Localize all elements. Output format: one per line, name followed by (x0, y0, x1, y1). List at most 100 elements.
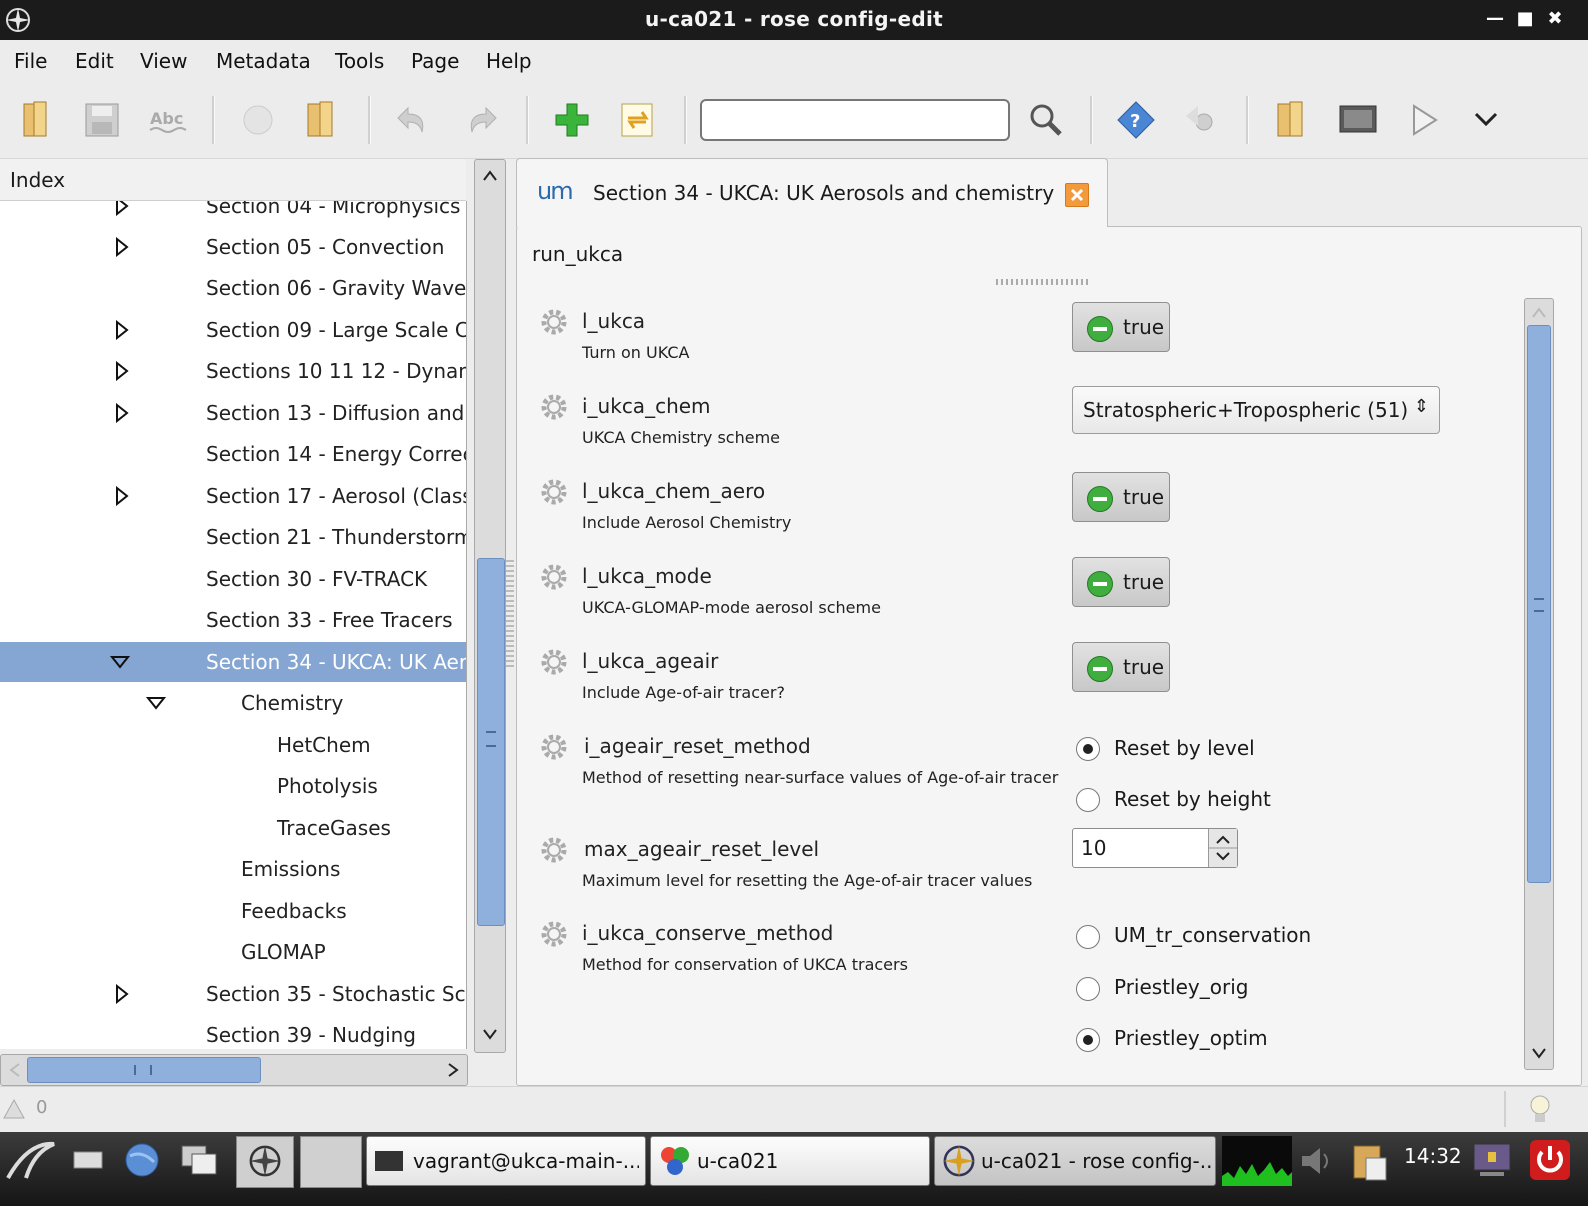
tree-item-emissions[interactable]: Emissions (0, 849, 466, 889)
tree-item-section-30[interactable]: Section 30 - FV-TRACK (0, 559, 466, 599)
redo-icon[interactable] (458, 98, 502, 142)
radio-priestley-optim[interactable] (1076, 1028, 1100, 1052)
gear-icon[interactable] (538, 646, 570, 678)
tree-item-sections-10-11-12[interactable]: Sections 10 11 12 - Dynam (0, 351, 466, 391)
tab-section-34[interactable]: um Section 34 - UKCA: UK Aerosols and ch… (516, 158, 1108, 227)
index-hscroll-thumb[interactable] (27, 1057, 261, 1083)
menu-page[interactable]: Page (411, 49, 459, 73)
tree-item-hetchem[interactable]: HetChem (0, 725, 466, 765)
tree-item-section-21[interactable]: Section 21 - Thunderstorm (0, 517, 466, 557)
tree-item-section-17[interactable]: Section 17 - Aerosol (Class (0, 476, 466, 516)
open-book-icon[interactable] (14, 98, 58, 142)
tree-item-section-39[interactable]: Section 39 - Nudging (0, 1015, 466, 1049)
l-ukca-toggle[interactable]: true (1072, 302, 1170, 352)
expander-collapsed-icon[interactable] (112, 403, 132, 423)
tree-item-section-33[interactable]: Section 33 - Free Tracers (0, 600, 466, 640)
menu-tools[interactable]: Tools (335, 49, 384, 73)
search-input[interactable] (700, 99, 1010, 141)
tree-item-photolysis[interactable]: Photolysis (0, 766, 466, 806)
menu-edit[interactable]: Edit (75, 49, 114, 73)
lock-screen-icon[interactable] (1470, 1138, 1514, 1182)
radio-label-priestley-optim[interactable]: Priestley_optim (1114, 1026, 1268, 1050)
tree-item-section-04[interactable]: Section 04 - Microphysics ( (0, 201, 466, 226)
graph-book-icon[interactable] (300, 98, 344, 142)
show-desktop-icon[interactable] (70, 1142, 106, 1178)
radio-priestley-orig[interactable] (1076, 977, 1100, 1001)
radio-reset-by-level[interactable] (1076, 737, 1100, 761)
expander-collapsed-icon[interactable] (112, 361, 132, 381)
terminal-icon[interactable] (1336, 98, 1380, 142)
pane-splitter-handle[interactable] (506, 560, 514, 670)
undo-icon[interactable] (392, 98, 436, 142)
add-icon[interactable] (550, 98, 594, 142)
radio-um-tr-conservation[interactable] (1076, 925, 1100, 949)
expander-collapsed-icon[interactable] (112, 320, 132, 340)
minimize-icon[interactable]: — (1484, 8, 1506, 30)
gear-icon[interactable] (538, 561, 570, 593)
browser-globe-icon[interactable] (122, 1140, 162, 1180)
tree-item-glomap[interactable]: GLOMAP (0, 932, 466, 972)
save-icon[interactable] (80, 98, 124, 142)
expander-collapsed-icon[interactable] (112, 486, 132, 506)
tree-item-section-13[interactable]: Section 13 - Diffusion and F (0, 393, 466, 433)
scroll-up-icon[interactable] (1529, 303, 1549, 323)
max-ageair-reset-level-spinner[interactable]: 10 (1072, 828, 1238, 868)
tree-item-feedbacks[interactable]: Feedbacks (0, 891, 466, 931)
lightbulb-icon[interactable] (1526, 1093, 1554, 1125)
clipboard-icon[interactable] (1348, 1140, 1392, 1184)
power-icon[interactable] (1528, 1138, 1572, 1182)
expander-expanded-icon[interactable] (146, 693, 166, 713)
window-titlebar[interactable]: u-ca021 - rose config-edit — ■ ✖ (0, 0, 1588, 40)
scroll-down-icon[interactable] (480, 1024, 500, 1044)
index-scroll-thumb[interactable] (477, 558, 505, 926)
desktop-pager[interactable] (300, 1136, 362, 1188)
gear-icon[interactable] (538, 476, 570, 508)
index-horizontal-scrollbar[interactable] (0, 1054, 468, 1086)
expander-collapsed-icon[interactable] (112, 201, 132, 216)
tree-item-tracegases[interactable]: TraceGases (0, 808, 466, 848)
close-tab-icon[interactable] (1065, 183, 1089, 207)
radio-label-reset-by-height[interactable]: Reset by height (1114, 787, 1271, 811)
menu-metadata[interactable]: Metadata (216, 49, 311, 73)
radio-label-um-tr-conservation[interactable]: UM_tr_conservation (1114, 923, 1311, 947)
index-vertical-scrollbar[interactable] (474, 159, 506, 1053)
rose-launcher[interactable] (236, 1136, 294, 1188)
radio-label-reset-by-level[interactable]: Reset by level (1114, 736, 1255, 760)
warning-icon[interactable] (2, 1097, 26, 1121)
chevron-down-icon[interactable] (1464, 98, 1508, 142)
expander-expanded-icon[interactable] (110, 652, 130, 672)
spin-buttons[interactable] (1208, 829, 1237, 867)
spellcheck-icon[interactable]: Abc (146, 98, 190, 142)
task-terminal[interactable]: vagrant@ukca-main-... (366, 1136, 646, 1186)
tree-item-chemistry[interactable]: Chemistry (0, 683, 466, 723)
tree-item-section-09[interactable]: Section 09 - Large Scale Cl (0, 310, 466, 350)
tree-item-section-35[interactable]: Section 35 - Stochastic Sch (0, 974, 466, 1014)
scroll-left-icon[interactable] (5, 1060, 25, 1080)
maximize-icon[interactable]: ■ (1514, 8, 1536, 30)
tree-item-section-05[interactable]: Section 05 - Convection (0, 227, 466, 267)
menu-file[interactable]: File (14, 49, 47, 73)
help-diamond-icon[interactable]: ? (1114, 98, 1158, 142)
l-ukca-chem-aero-toggle[interactable]: true (1072, 472, 1170, 522)
menu-view[interactable]: View (140, 49, 187, 73)
panel-resize-grip[interactable] (996, 279, 1088, 285)
start-menu-icon[interactable] (4, 1138, 58, 1182)
menu-help[interactable]: Help (486, 49, 532, 73)
gear-icon[interactable] (538, 391, 570, 423)
scroll-up-icon[interactable] (480, 166, 500, 186)
content-vertical-scrollbar[interactable] (1524, 298, 1554, 1070)
scroll-right-icon[interactable] (443, 1060, 463, 1080)
taskbar-clock[interactable]: 14:32 (1404, 1144, 1462, 1168)
macro-icon[interactable] (1180, 98, 1224, 142)
switch-view-icon[interactable] (616, 98, 660, 142)
i-ukca-chem-select[interactable]: Stratospheric+Tropospheric (51) ⇕ (1072, 386, 1440, 434)
l-ukca-mode-toggle[interactable]: true (1072, 557, 1170, 607)
close-window-icon[interactable]: ✖ (1544, 8, 1566, 30)
search-icon[interactable] (1024, 98, 1068, 142)
expander-collapsed-icon[interactable] (112, 237, 132, 257)
index-header[interactable]: Index (0, 159, 466, 201)
radio-label-priestley-orig[interactable]: Priestley_orig (1114, 975, 1248, 999)
run-icon[interactable] (1402, 98, 1446, 142)
content-scroll-thumb[interactable] (1527, 325, 1551, 883)
gear-icon[interactable] (538, 306, 570, 338)
